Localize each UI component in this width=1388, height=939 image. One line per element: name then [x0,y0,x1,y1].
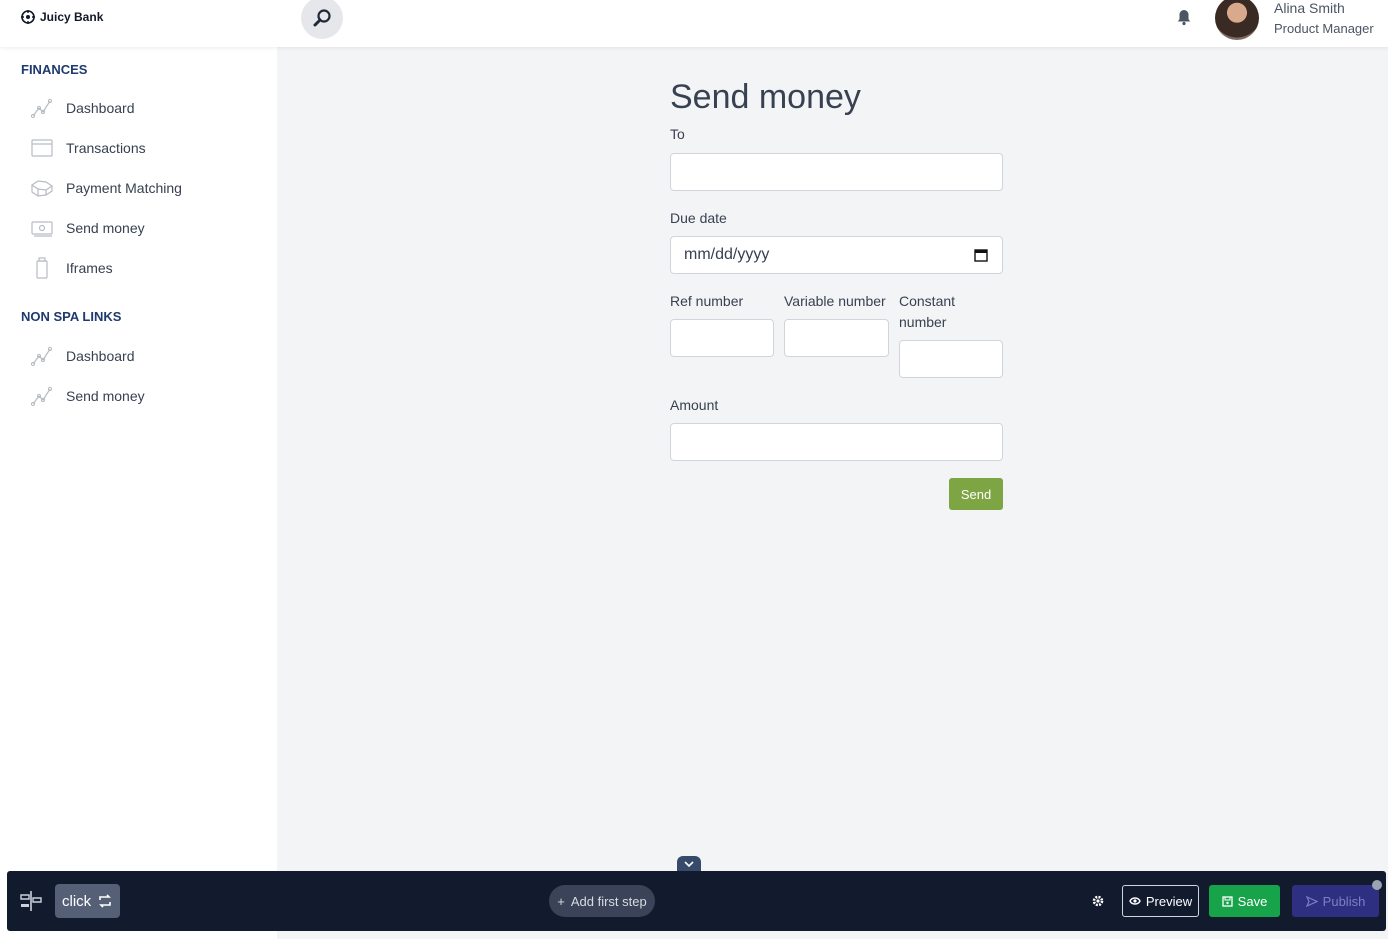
constant-number-label: Constant [899,293,956,309]
eye-icon [1129,897,1141,905]
user-name[interactable]: Alina Smith [1274,0,1345,16]
chart-line-icon [30,98,53,119]
sidebar-item-payment-matching[interactable]: Payment Matching [30,176,260,200]
sidebar-item-label: Iframes [66,260,113,276]
bottle-icon [36,257,48,279]
click-label: click [62,892,92,910]
publish-button[interactable]: Publish [1292,885,1379,917]
due-date-input[interactable]: mm/dd/yyyy [670,236,1003,274]
preview-label: Preview [1145,893,1193,909]
save-button[interactable]: Save [1209,885,1280,917]
sidebar-item-iframes[interactable]: Iframes [30,256,260,280]
constant-number-label-2: number [899,314,947,330]
calendar-icon[interactable] [974,248,988,262]
sidebar-item-label: Send money [66,220,145,236]
section-title-finances: FINANCES [21,62,88,77]
search-button[interactable] [301,0,343,39]
add-step-label: Add first step [570,893,647,909]
floppy-disk-icon [1222,895,1233,907]
preview-button[interactable]: Preview [1122,885,1199,917]
sidebar-item-label: Dashboard [66,100,135,116]
sidebar-item-label: Send money [66,388,145,404]
variable-number-input[interactable] [784,319,889,357]
user-avatar[interactable] [1215,0,1259,40]
sidebar-item-label: Transactions [66,140,146,156]
sidebar-item-dashboard[interactable]: Dashboard [30,96,260,120]
signpost-icon[interactable] [19,889,43,913]
amount-label: Amount [670,397,719,413]
gear-icon[interactable] [1091,894,1105,908]
bank-logo-icon [21,10,35,24]
sidebar-item-nonspa-dashboard[interactable]: Dashboard [30,344,260,368]
search-icon [313,9,331,27]
section-title-non-spa-links: NON SPA LINKS [21,309,122,324]
to-label: To [670,126,685,142]
page-title: Send money [670,78,861,116]
ref-number-input[interactable] [670,319,774,357]
sidebar: FINANCES Dashboard Transactions Payment … [0,47,277,939]
chart-line-icon [30,346,53,367]
sidebar-item-nonspa-send-money[interactable]: Send money [30,384,260,408]
top-header: Juicy Bank Alina Smith Product Manager [0,0,1388,47]
constant-number-input[interactable] [899,340,1003,378]
due-date-label: Due date [670,210,727,226]
sidebar-item-label: Dashboard [66,348,135,364]
sidebar-item-send-money[interactable]: Send money [30,216,260,240]
variable-number-label: Variable number [784,293,886,309]
save-label: Save [1237,893,1268,909]
brand-logo[interactable]: Juicy Bank [20,9,103,25]
sidebar-item-transactions[interactable]: Transactions [30,136,260,160]
toolbar-collapse-toggle[interactable] [677,856,701,872]
click-action-chip[interactable]: click [55,884,120,918]
ref-number-label: Ref number [670,293,744,309]
money-bill-icon [31,221,53,237]
window-icon [31,139,53,157]
brand-name: Juicy Bank [40,10,104,24]
chart-line-icon [30,386,53,407]
to-input[interactable] [670,153,1003,191]
boxes-icon [30,180,54,197]
send-button[interactable]: Send [949,478,1003,510]
add-first-step-button[interactable]: + Add first step [549,885,655,917]
paper-plane-icon [1305,895,1318,907]
amount-input[interactable] [670,423,1003,461]
publish-label: Publish [1322,893,1366,909]
plus-icon: + [557,893,565,909]
repeat-icon [99,894,112,908]
sidebar-item-label: Payment Matching [66,180,182,196]
due-date-placeholder: mm/dd/yyyy [684,246,770,263]
status-indicator [1372,880,1382,890]
user-role: Product Manager [1274,21,1374,36]
notification-bell-icon[interactable] [1175,8,1193,26]
chevron-down-icon [684,861,694,868]
recorder-toolbar: click + Add first step Preview Save Publ… [7,871,1386,931]
